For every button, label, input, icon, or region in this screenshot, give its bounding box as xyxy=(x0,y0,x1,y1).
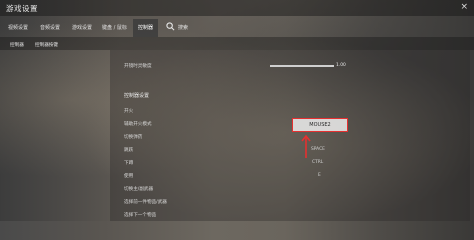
subtab-controller[interactable]: 控制器 xyxy=(10,42,24,48)
tab-controller[interactable]: 控制器 xyxy=(133,19,159,37)
keybind-alt-fire[interactable]: MOUSE2 xyxy=(292,118,348,132)
search-icon xyxy=(166,22,175,33)
sub-tab-bar xyxy=(0,37,474,50)
slider-value: 1.00 xyxy=(336,63,346,68)
subtab-controller-keys[interactable]: 控制器按键 xyxy=(35,42,58,48)
row-label-crouch: 下蹲 xyxy=(124,161,134,166)
slider-row-label: 开镜时灵敏度 xyxy=(124,64,152,69)
keybind-alt-fire-value: MOUSE2 xyxy=(309,122,331,128)
section-title: 控制器设置 xyxy=(124,93,150,99)
row-label-jump: 跳跃 xyxy=(124,148,134,153)
keybind-use[interactable]: E xyxy=(318,173,321,178)
close-icon[interactable]: × xyxy=(460,2,468,12)
tab-game[interactable]: 游戏设置 xyxy=(72,24,92,31)
tab-audio[interactable]: 音频设置 xyxy=(40,24,60,31)
tab-keyboard-mouse[interactable]: 键盘 / 鼠标 xyxy=(102,24,127,31)
keybind-crouch[interactable]: CTRL xyxy=(312,160,323,165)
row-label-next-item: 选择下一个物品 xyxy=(124,213,157,218)
title-bar: 游戏设置 × xyxy=(0,0,474,16)
row-label-prev-item: 选择前一件物品/武器 xyxy=(124,200,167,205)
keybind-jump[interactable]: SPACE xyxy=(311,147,325,152)
search-label: 搜索 xyxy=(178,25,189,31)
search-button[interactable]: 搜索 xyxy=(166,22,188,33)
row-label-use: 使用 xyxy=(124,174,134,179)
row-label-alt-fire: 辅助开火模式 xyxy=(124,122,152,127)
row-label-ammo: 切换弹药 xyxy=(124,135,143,140)
sensitivity-slider[interactable] xyxy=(270,65,334,67)
row-label-switch-weapon: 切换主/副武器 xyxy=(124,187,154,192)
tab-video[interactable]: 视频设置 xyxy=(8,24,28,31)
row-label-fire: 开火 xyxy=(124,109,134,114)
window-title: 游戏设置 xyxy=(6,4,38,13)
